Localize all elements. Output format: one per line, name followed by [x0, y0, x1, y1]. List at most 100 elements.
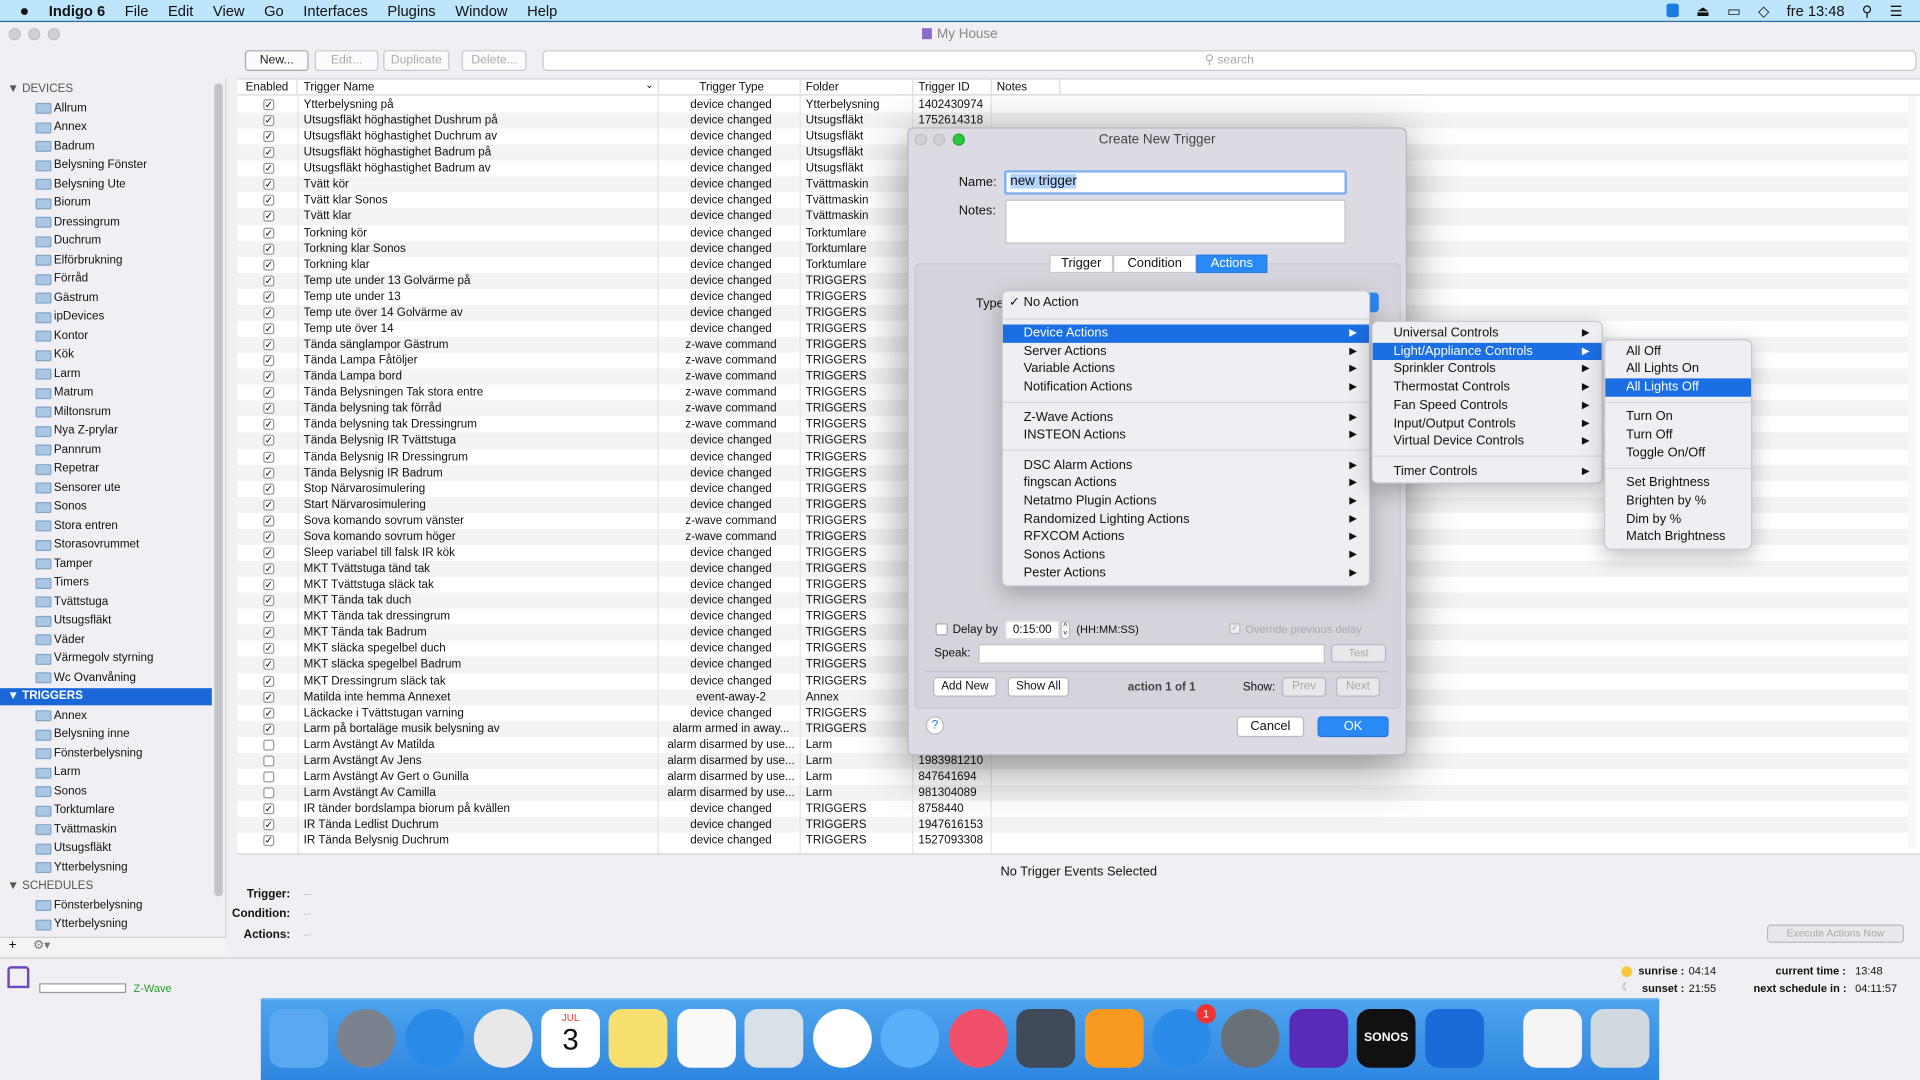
sidebar-item[interactable]: Matrum	[35, 384, 93, 401]
override-checkbox[interactable]: ✓	[1229, 623, 1241, 635]
sort-chevron-icon[interactable]: ⌄	[645, 80, 653, 91]
menu-view[interactable]: View	[203, 2, 254, 19]
menu-item[interactable]: fingscan Actions ▶	[1003, 474, 1369, 492]
add-new-button[interactable]: Add New	[933, 677, 997, 697]
tab-condition[interactable]: Condition	[1113, 254, 1197, 274]
sidebar-item[interactable]: Tvättstuga	[35, 593, 109, 610]
menu-item[interactable]: Z-Wave Actions ▶	[1003, 408, 1369, 426]
wifi-icon[interactable]: ◇	[1758, 2, 1769, 19]
sidebar-item[interactable]: Badrum	[35, 138, 95, 155]
enabled-checkbox[interactable]: ✓	[263, 563, 275, 575]
menu-item[interactable]: Match Brightness	[1605, 528, 1751, 546]
enabled-checkbox[interactable]: ✓	[263, 835, 275, 847]
enabled-checkbox[interactable]: ✓	[263, 643, 275, 655]
reminders-dock-icon[interactable]	[677, 1008, 736, 1068]
notification-center-icon[interactable]: ☰	[1890, 2, 1903, 19]
execute-actions-button[interactable]: Execute Actions Now	[1766, 924, 1905, 943]
messages-dock-icon[interactable]	[880, 1008, 940, 1068]
sidebar-item[interactable]: Fönsterbelysning	[35, 897, 143, 914]
enabled-checkbox[interactable]: ✓	[263, 115, 275, 127]
menu-item[interactable]: Brighten by %	[1605, 492, 1751, 510]
delay-input[interactable]: 0:15:00	[1005, 620, 1060, 640]
sidebar-item[interactable]: Storasovrummet	[35, 536, 140, 553]
enabled-checkbox[interactable]	[263, 771, 275, 783]
table-row[interactable]: ✓ Utsugsfläkt höghastighet Dushrum på devi…	[237, 112, 1908, 129]
column-header-trigger-name[interactable]: Trigger Name	[299, 79, 659, 96]
airplay-icon[interactable]: ▭	[1727, 2, 1741, 19]
enabled-checkbox[interactable]: ✓	[263, 707, 275, 719]
close-button[interactable]	[8, 28, 21, 41]
menu-item-no-action[interactable]: ✓ No Action	[1003, 294, 1369, 312]
menu-item[interactable]: Pester Actions ▶	[1003, 564, 1369, 582]
sidebar-item[interactable]: Duchrum	[35, 233, 101, 250]
menu-edit[interactable]: Edit	[158, 2, 203, 19]
sidebar-item[interactable]: Värmegolv styrning	[35, 650, 154, 667]
enabled-checkbox[interactable]: ✓	[263, 451, 275, 463]
enabled-checkbox[interactable]: ✓	[263, 275, 275, 287]
delay-checkbox[interactable]	[935, 623, 948, 636]
menu-item[interactable]: Virtual Device Controls ▶	[1373, 432, 1602, 450]
enabled-checkbox[interactable]: ✓	[263, 467, 275, 479]
menu-window[interactable]: Window	[445, 2, 517, 19]
apple-menu-icon[interactable]: ●	[0, 1, 39, 19]
table-row[interactable]: ✓ IR tänder bordslampa biorum på kvällen d…	[238, 801, 1908, 817]
sidebar-item[interactable]: Miltonsrum	[35, 403, 111, 420]
delete-button[interactable]: Delete...	[461, 50, 527, 72]
enabled-checkbox[interactable]: ✓	[263, 659, 275, 671]
menu-item[interactable]: Sonos Actions ▶	[1003, 546, 1369, 564]
enabled-checkbox[interactable]: ✓	[263, 291, 275, 303]
sidebar-item[interactable]: Elförbrukning	[35, 252, 123, 269]
enabled-checkbox[interactable]: ✓	[263, 147, 275, 159]
launchpad-dock-icon[interactable]	[336, 1008, 396, 1068]
test-button[interactable]: Test	[1331, 644, 1387, 663]
table-row[interactable]: Larm Avstängt Av Camilla alarm disarmed b…	[237, 784, 1908, 801]
enabled-checkbox[interactable]: ✓	[263, 515, 275, 527]
enabled-checkbox[interactable]: ✓	[263, 691, 275, 703]
menu-item[interactable]: Light/Appliance Controls ▶	[1372, 342, 1602, 361]
menu-item[interactable]: All Lights Off	[1605, 378, 1752, 397]
menu-item[interactable]: All Off	[1605, 342, 1751, 360]
menu-file[interactable]: File	[115, 2, 158, 19]
menu-item[interactable]: Sprinkler Controls ▶	[1373, 360, 1602, 378]
enabled-checkbox[interactable]: ✓	[263, 675, 275, 687]
enabled-checkbox[interactable]: ✓	[263, 195, 275, 207]
sidebar-item[interactable]: Ytterbelysning	[35, 859, 128, 876]
sidebar-item[interactable]: Stora entren	[35, 517, 118, 534]
column-header-trigger-id[interactable]: Trigger ID	[913, 79, 992, 96]
enabled-checkbox[interactable]: ✓	[263, 627, 275, 639]
delay-stepper[interactable]: ˄ ˅	[1060, 620, 1071, 640]
menu-item[interactable]: Fan Speed Controls ▶	[1373, 396, 1602, 414]
sonos-dock-icon[interactable]: SONOS	[1356, 1008, 1416, 1068]
enabled-checkbox[interactable]: ✓	[263, 403, 275, 415]
enabled-checkbox[interactable]: ✓	[263, 131, 275, 143]
sidebar-item[interactable]: Sensorer ute	[35, 479, 120, 496]
finder-dock-icon[interactable]	[269, 1008, 329, 1068]
table-scrollbar[interactable]	[1907, 95, 1917, 849]
column-header-folder[interactable]: Folder	[801, 79, 914, 96]
enabled-checkbox[interactable]: ✓	[263, 323, 275, 335]
enabled-checkbox[interactable]: ✓	[263, 259, 275, 271]
sidebar-group-devices[interactable]: ▼ DEVICES	[7, 81, 73, 98]
sidebar-item[interactable]: Larm	[35, 764, 80, 781]
menu-item[interactable]: Server Actions ▶	[1003, 342, 1369, 360]
preview-dock-icon[interactable]	[744, 1008, 804, 1068]
table-row[interactable]: Larm Avstängt Av Gert o Gunilla alarm dis…	[238, 769, 1908, 785]
sidebar-item[interactable]: Utsugsfläkt	[35, 840, 111, 857]
sidebar-item[interactable]: Dressingrum	[35, 214, 120, 231]
menu-item[interactable]: Randomized Lighting Actions ▶	[1003, 510, 1369, 528]
calendar-dock-icon[interactable]: JUL 3	[541, 1008, 601, 1068]
enabled-checkbox[interactable]: ✓	[263, 227, 275, 239]
sidebar-item[interactable]: Kök	[35, 347, 74, 364]
name-input[interactable]: new trigger	[1004, 170, 1347, 195]
prev-button[interactable]: Prev	[1282, 677, 1327, 697]
next-button[interactable]: Next	[1335, 677, 1381, 697]
enabled-checkbox[interactable]: ✓	[263, 211, 275, 223]
edit-button[interactable]: Edit...	[314, 50, 379, 72]
enabled-checkbox[interactable]: ✓	[263, 611, 275, 623]
system-preferences-dock-icon[interactable]	[1220, 1008, 1280, 1068]
sidebar-item[interactable]: Belysning inne	[35, 726, 130, 743]
eject-icon[interactable]: ⏏	[1696, 2, 1710, 19]
enabled-checkbox[interactable]: ✓	[263, 355, 275, 367]
menu-app[interactable]: Indigo 6	[39, 2, 115, 19]
sidebar-item[interactable]: Väder	[35, 631, 85, 648]
